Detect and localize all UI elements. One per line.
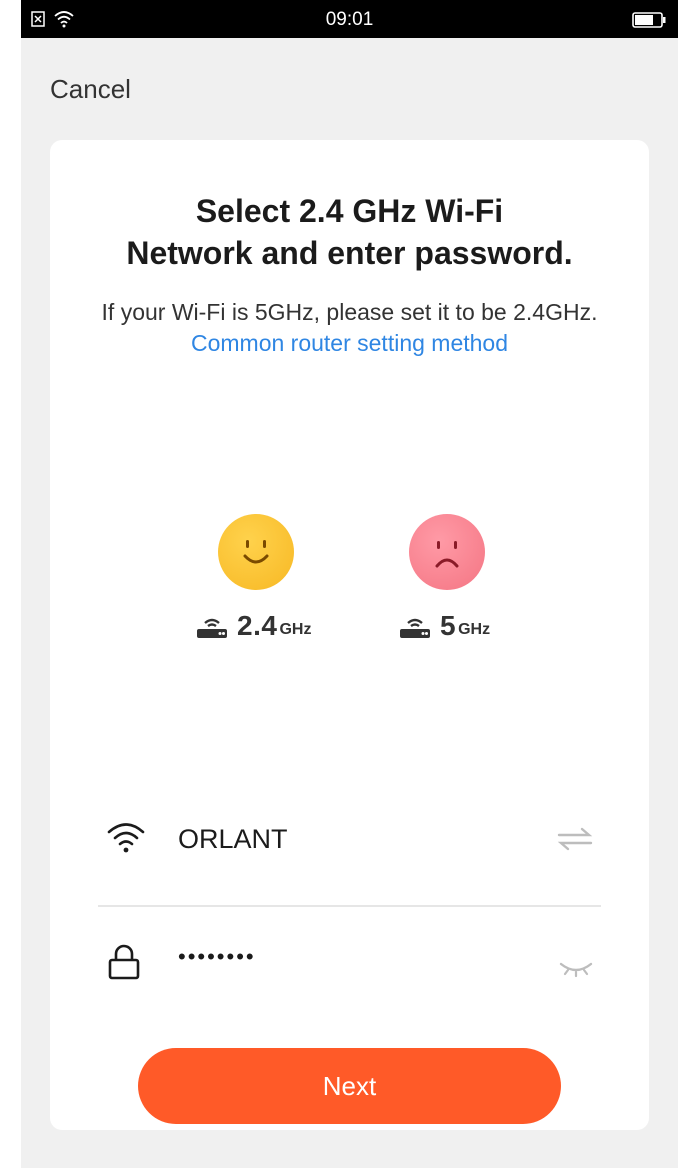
band-number: 5 (440, 610, 457, 641)
wifi-icon (106, 820, 146, 861)
band-number: 2.4 (237, 610, 278, 641)
phone-screen: 09:01 Cancel Select 2.4 GHz Wi-Fi Networ… (21, 0, 678, 1168)
password-row[interactable]: •••••••• (98, 932, 601, 996)
status-bar: 09:01 (21, 0, 678, 38)
sad-face-icon (409, 514, 485, 590)
title-line-2: Network and enter password. (126, 235, 573, 271)
band-2-4ghz: 2.4 GHz (195, 610, 311, 642)
next-button[interactable]: Next (138, 1048, 561, 1124)
wifi-network-row[interactable]: ORLANT (98, 810, 601, 874)
wifi-setup-card: Select 2.4 GHz Wi-Fi Network and enter p… (50, 140, 649, 1130)
form-divider (98, 905, 601, 907)
router-icon (197, 618, 227, 638)
band-unit: GHz (279, 621, 312, 638)
happy-face-icon (218, 514, 294, 590)
page-title: Select 2.4 GHz Wi-Fi Network and enter p… (50, 190, 649, 274)
switch-network-icon[interactable] (557, 826, 593, 857)
router-icon (400, 618, 430, 638)
status-time: 09:01 (325, 9, 374, 30)
band-unit: GHz (458, 621, 491, 638)
band-5ghz: 5 GHz (398, 610, 490, 642)
battery-icon (632, 12, 666, 33)
subtitle-text: If your Wi-Fi is 5GHz, please set it to … (101, 299, 598, 325)
password-input[interactable]: •••••••• (178, 944, 256, 970)
cancel-button[interactable]: Cancel (50, 74, 131, 105)
lock-icon (106, 942, 142, 987)
ssid-value[interactable]: ORLANT (178, 824, 288, 855)
title-line-1: Select 2.4 GHz Wi-Fi (195, 193, 504, 229)
router-setting-link[interactable]: Common router setting method (191, 330, 508, 356)
eye-closed-icon[interactable] (559, 960, 593, 983)
subtitle: If your Wi-Fi is 5GHz, please set it to … (90, 297, 609, 359)
